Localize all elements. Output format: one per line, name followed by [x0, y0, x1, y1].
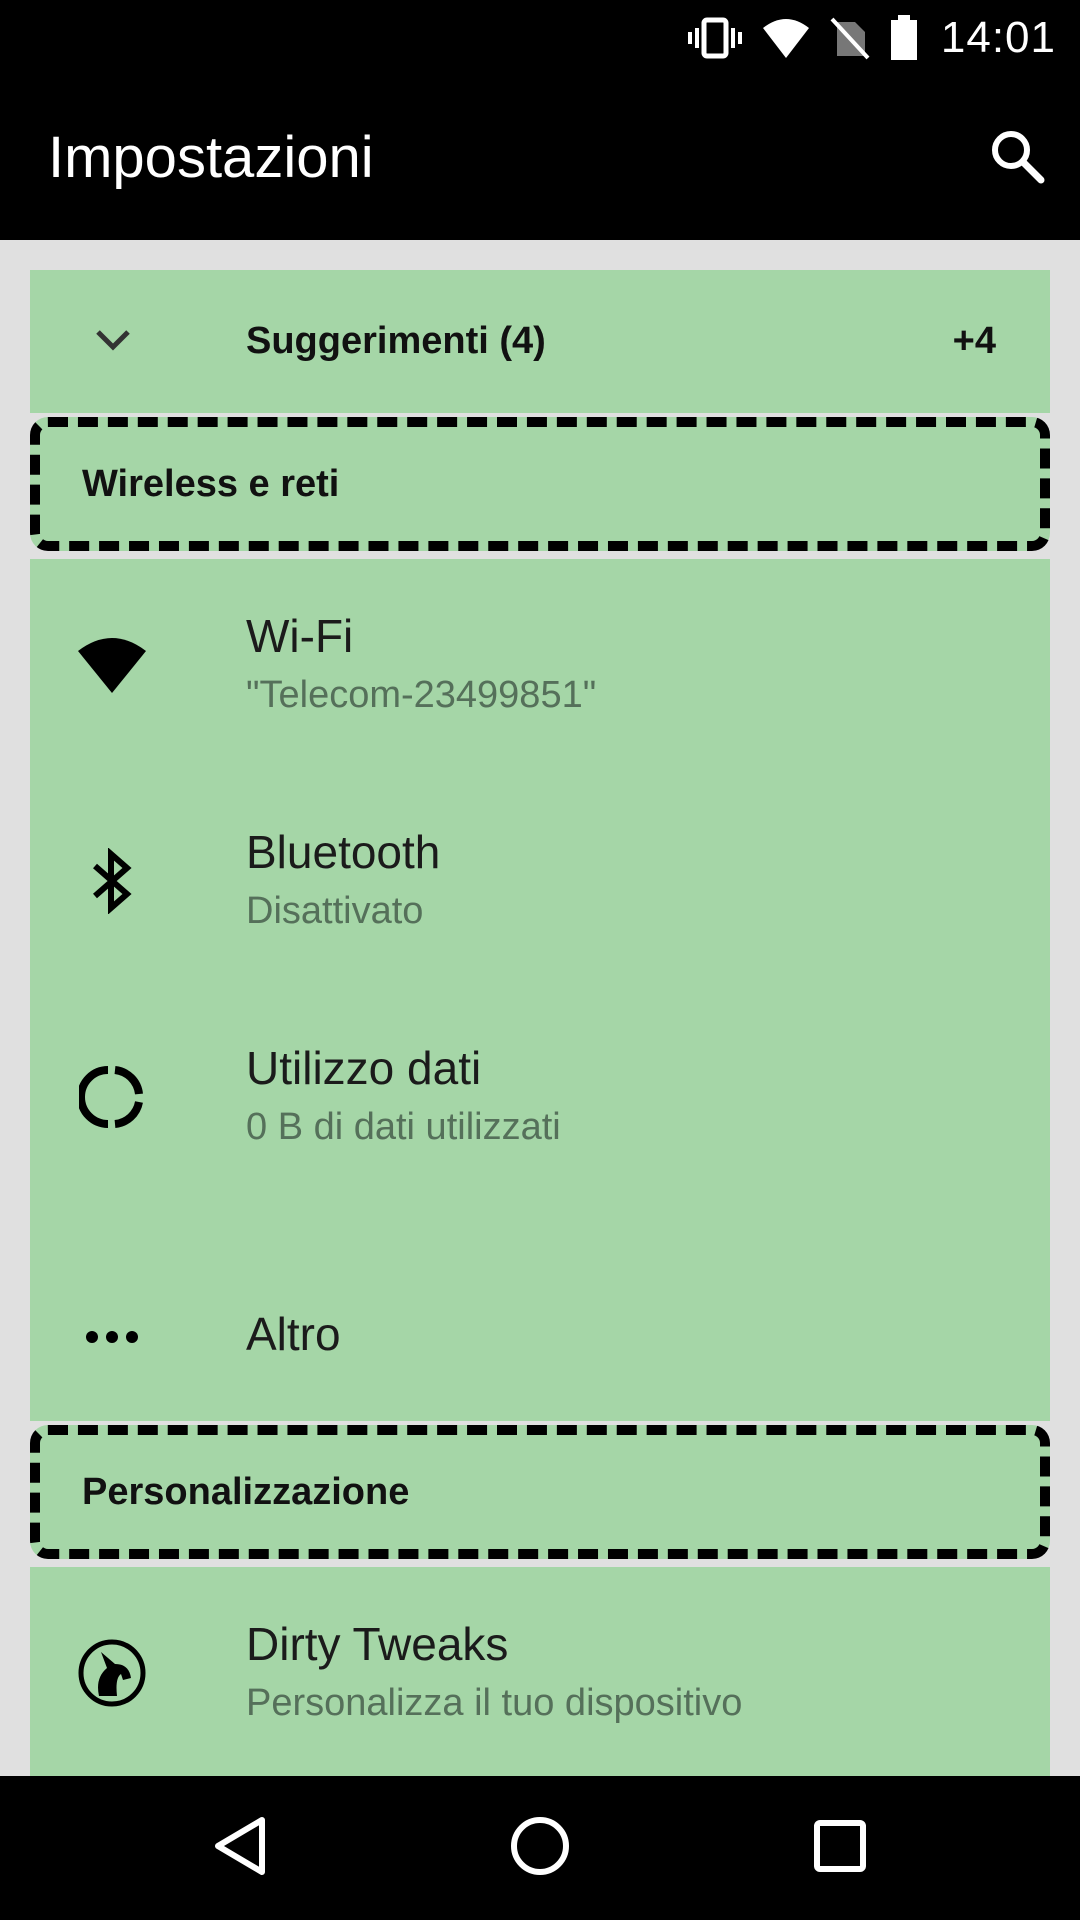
status-bar: 14:01: [0, 0, 1080, 75]
chevron-down-icon: [90, 320, 136, 365]
item-title: Dirty Tweaks: [246, 1618, 509, 1670]
item-title: Wi-Fi: [246, 610, 354, 662]
settings-item-data-usage[interactable]: Utilizzo dati 0 B di dati utilizzati: [30, 991, 1050, 1207]
recents-icon: [810, 1816, 870, 1881]
settings-item-more[interactable]: Altro: [30, 1207, 1050, 1423]
bluetooth-icon: [76, 845, 148, 917]
settings-item-bluetooth[interactable]: Bluetooth Disattivato: [30, 775, 1050, 991]
vibrate-icon: [687, 16, 743, 60]
suggestions-header[interactable]: Suggerimenti (4) +4: [30, 270, 1050, 413]
item-subtitle: 0 B di dati utilizzati: [246, 1106, 561, 1148]
search-icon: [987, 126, 1047, 191]
settings-item-wifi[interactable]: Wi-Fi "Telecom-23499851": [30, 559, 1050, 775]
item-title: Altro: [246, 1308, 341, 1360]
suggestions-title: Suggerimenti (4): [246, 320, 546, 362]
status-icons: 14:01: [687, 0, 1056, 75]
wifi-icon: [761, 16, 811, 60]
item-subtitle: Disattivato: [246, 890, 424, 932]
item-subtitle: "Telecom-23499851": [246, 674, 597, 716]
app-bar: Impostazioni: [0, 75, 1080, 240]
wifi-icon: [76, 629, 148, 701]
unicorn-icon: [76, 1637, 148, 1709]
wireless-items: Wi-Fi "Telecom-23499851" Bluetooth Disat…: [30, 559, 1050, 1421]
personalization-items: Dirty Tweaks Personalizza il tuo disposi…: [30, 1567, 1050, 1776]
category-personalization: Personalizzazione: [30, 1425, 1050, 1559]
settings-list: Suggerimenti (4) +4 Wireless e reti Wi-F…: [30, 270, 1050, 1776]
category-wireless-networks: Wireless e reti: [30, 417, 1050, 551]
item-subtitle: Personalizza il tuo dispositivo: [246, 1682, 743, 1724]
recents-button[interactable]: [798, 1806, 882, 1890]
home-button[interactable]: [498, 1806, 582, 1890]
no-sim-icon: [829, 16, 871, 60]
clock: 14:01: [940, 12, 1056, 62]
home-icon: [508, 1814, 572, 1883]
search-button[interactable]: [982, 123, 1052, 193]
category-title: Wireless e reti: [82, 463, 340, 505]
back-icon: [210, 1814, 270, 1883]
item-title: Bluetooth: [246, 826, 441, 878]
more-horiz-icon: [76, 1301, 148, 1373]
category-title: Personalizzazione: [82, 1471, 410, 1513]
suggestions-count: +4: [952, 320, 996, 362]
settings-item-dirty-tweaks[interactable]: Dirty Tweaks Personalizza il tuo disposi…: [30, 1567, 1050, 1776]
back-button[interactable]: [198, 1806, 282, 1890]
battery-icon: [889, 14, 919, 61]
navigation-bar: [0, 1776, 1080, 1920]
item-title: Utilizzo dati: [246, 1042, 482, 1094]
page-title: Impostazioni: [48, 125, 374, 190]
data-usage-icon: [76, 1061, 148, 1133]
